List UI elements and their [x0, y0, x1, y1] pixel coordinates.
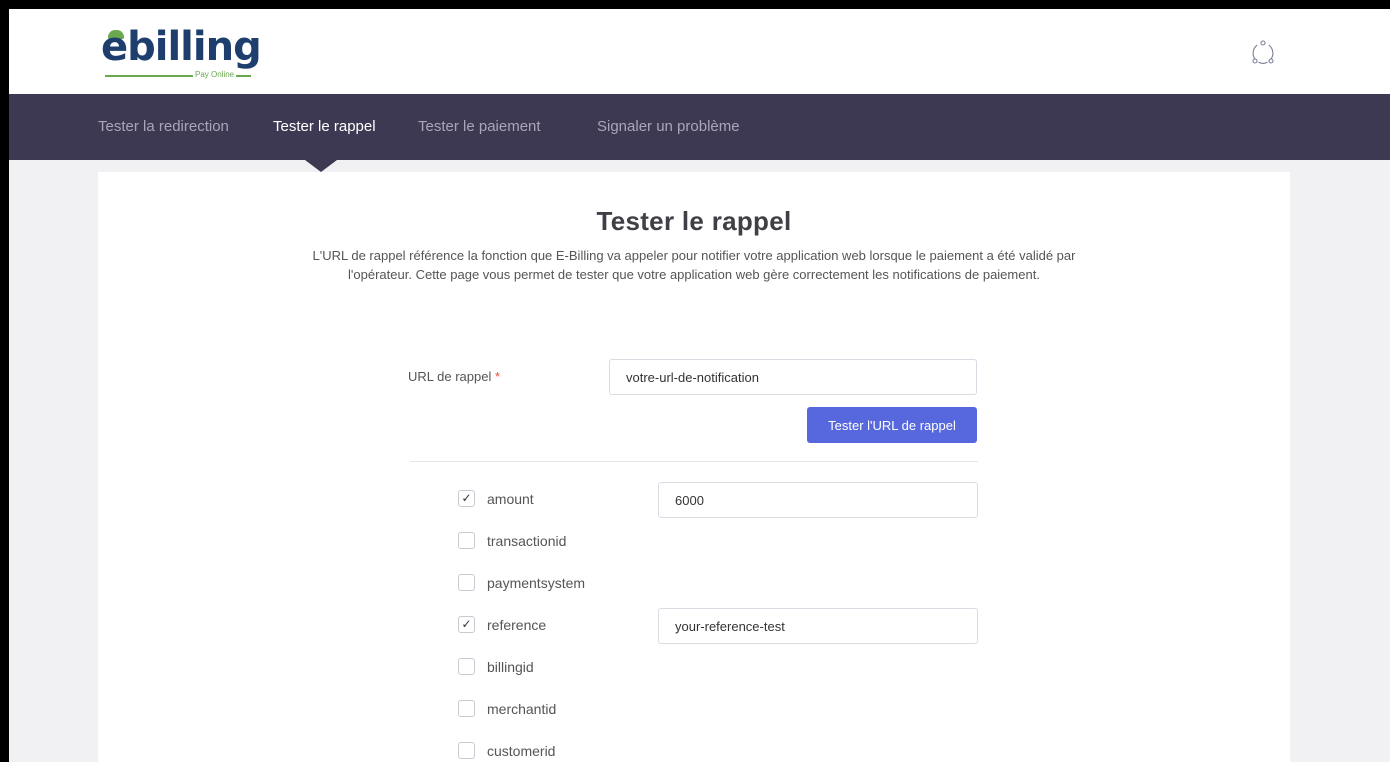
nav-tester-rappel[interactable]: Tester le rappel — [273, 94, 376, 160]
param-checkbox-customerid[interactable] — [458, 742, 475, 759]
param-label-reference: reference — [487, 617, 547, 633]
main-nav: Tester la redirection Tester le rappel T… — [9, 94, 1390, 160]
param-label-transactionid: transactionid — [487, 533, 567, 549]
param-label-billingid: billingid — [487, 659, 534, 675]
page-description: L'URL de rappel référence la fonction qu… — [312, 248, 1076, 282]
param-label-paymentsystem: paymentsystem — [487, 575, 586, 591]
required-mark: * — [494, 369, 501, 384]
nav-signaler-probleme[interactable]: Signaler un problème — [597, 94, 740, 160]
active-tab-indicator — [305, 160, 337, 172]
param-label-merchantid: merchantid — [487, 701, 557, 717]
logo[interactable]: ebilling Pay Online — [101, 24, 271, 85]
param-checkbox-amount[interactable]: ✓ — [458, 490, 475, 507]
param-checkbox-transactionid[interactable] — [458, 532, 475, 549]
user-circle-icon[interactable] — [1250, 40, 1276, 66]
logo-text: ebilling — [101, 24, 262, 70]
header: ebilling Pay Online — [9, 9, 1390, 94]
test-callback-button[interactable]: Tester l'URL de rappel — [807, 407, 977, 443]
content-card: Tester le rappel L'URL de rappel référen… — [98, 172, 1290, 762]
param-label-customerid: customerid — [487, 743, 556, 759]
nav-tester-paiement[interactable]: Tester le paiement — [418, 94, 541, 160]
url-field-label: URL de rappel * — [408, 369, 500, 384]
logo-subtitle: Pay Online — [193, 70, 237, 79]
param-input-reference[interactable] — [658, 608, 978, 644]
param-checkbox-merchantid[interactable] — [458, 700, 475, 717]
param-input-amount[interactable] — [658, 482, 978, 518]
param-checkbox-billingid[interactable] — [458, 658, 475, 675]
param-label-amount: amount — [487, 491, 534, 507]
section-divider — [410, 461, 978, 462]
param-checkbox-reference[interactable]: ✓ — [458, 616, 475, 633]
param-checkbox-paymentsystem[interactable] — [458, 574, 475, 591]
app-frame: ebilling Pay Online Tester la redirectio… — [9, 9, 1390, 762]
page-title: Tester le rappel — [596, 206, 792, 236]
callback-url-input[interactable] — [609, 359, 977, 395]
url-field-label-text: URL de rappel — [408, 369, 492, 384]
nav-tester-redirection[interactable]: Tester la redirection — [98, 94, 229, 160]
